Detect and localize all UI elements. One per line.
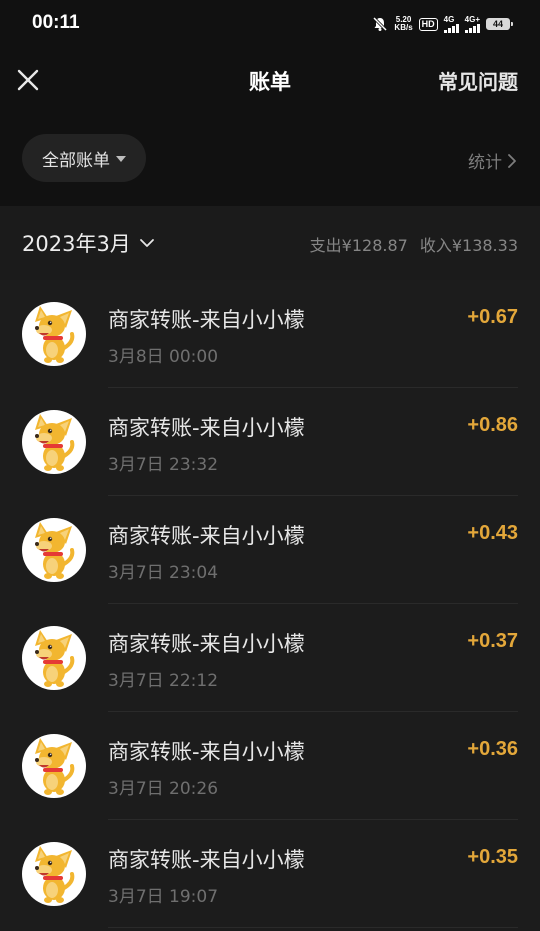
month-picker[interactable]: 2023年3月 bbox=[22, 228, 155, 258]
transaction-time: 3月7日 20:26 bbox=[108, 779, 219, 799]
dog-avatar-icon bbox=[22, 302, 86, 366]
transaction-amount: +0.37 bbox=[467, 630, 518, 652]
chevron-down-icon bbox=[139, 239, 154, 247]
chevron-right-icon bbox=[508, 153, 516, 168]
signal-1-label: 4G bbox=[443, 14, 455, 24]
transaction-title: 商家转账-来自小小檬 bbox=[108, 740, 305, 764]
filter-row: 全部账单 统计 bbox=[0, 114, 540, 206]
signal-2-label: 4G+ bbox=[464, 14, 480, 24]
status-icons: 5.20 KB/s HD 4G 4G+ 44 bbox=[372, 14, 513, 34]
battery-icon: 44 bbox=[486, 18, 513, 30]
bell-muted-icon bbox=[373, 16, 388, 32]
signal-bars-icon bbox=[464, 23, 480, 33]
transaction-amount: +0.67 bbox=[467, 306, 518, 328]
signal-1: 4G bbox=[443, 14, 459, 33]
transaction-amount: +0.43 bbox=[467, 522, 518, 544]
transaction-row[interactable]: 商家转账-来自小小檬 3月8日 00:00 +0.67 bbox=[0, 280, 540, 388]
dog-avatar-icon bbox=[22, 410, 86, 474]
signal-2: 4G+ bbox=[464, 14, 480, 33]
transaction-title: 商家转账-来自小小檬 bbox=[108, 632, 305, 656]
month-label: 2023年3月 bbox=[22, 232, 131, 256]
transaction-amount: +0.36 bbox=[467, 738, 518, 760]
status-bar: 00:11 5.20 KB/s HD 4G 4G+ 44 bbox=[0, 0, 540, 50]
transaction-title: 商家转账-来自小小檬 bbox=[108, 308, 305, 332]
faq-link[interactable]: 常见问题 bbox=[438, 66, 518, 95]
status-time: 00:11 bbox=[32, 12, 80, 33]
transaction-row[interactable]: 商家转账-来自小小檬 3月7日 20:26 +0.36 bbox=[0, 712, 540, 820]
stats-label: 统计 bbox=[468, 153, 502, 173]
dog-avatar-icon bbox=[22, 734, 86, 798]
transaction-amount: +0.35 bbox=[467, 846, 518, 868]
transaction-title: 商家转账-来自小小檬 bbox=[108, 416, 305, 440]
bill-filter-label: 全部账单 bbox=[42, 150, 110, 171]
app-header: 账单 常见问题 bbox=[0, 50, 540, 114]
transaction-title: 商家转账-来自小小檬 bbox=[108, 524, 305, 548]
transaction-amount: +0.86 bbox=[467, 414, 518, 436]
transaction-row[interactable]: 商家转账-来自小小檬 3月7日 23:32 +0.86 bbox=[0, 388, 540, 496]
transaction-time: 3月7日 19:07 bbox=[108, 887, 219, 907]
transaction-time: 3月8日 00:00 bbox=[108, 347, 219, 367]
transaction-row[interactable]: 商家转账-来自小小檬 3月7日 23:04 +0.43 bbox=[0, 496, 540, 604]
signal-bars-icon bbox=[443, 23, 459, 33]
dog-avatar-icon bbox=[22, 626, 86, 690]
transaction-time: 3月7日 23:04 bbox=[108, 563, 219, 583]
dog-avatar-icon bbox=[22, 518, 86, 582]
transaction-time: 3月7日 22:12 bbox=[108, 671, 219, 691]
expense-total: 支出¥128.87 bbox=[309, 236, 408, 255]
transaction-list: 商家转账-来自小小檬 3月8日 00:00 +0.67 商家转账-来自小小檬 3… bbox=[0, 280, 540, 931]
net-speed: 5.20 KB/s bbox=[394, 16, 412, 32]
stats-link[interactable]: 统计 bbox=[468, 148, 518, 173]
caret-down-icon bbox=[116, 156, 126, 162]
month-summary: 支出¥128.87 收入¥138.33 bbox=[310, 232, 518, 256]
month-bar: 2023年3月 支出¥128.87 收入¥138.33 bbox=[0, 206, 540, 280]
transaction-row[interactable]: 商家转账-来自小小檬 3月7日 22:12 +0.37 bbox=[0, 604, 540, 712]
income-total: 收入¥138.33 bbox=[419, 236, 518, 255]
hd-badge: HD bbox=[418, 17, 438, 31]
bill-filter-dropdown[interactable]: 全部账单 bbox=[22, 134, 146, 182]
transaction-title: 商家转账-来自小小檬 bbox=[108, 848, 305, 872]
net-speed-unit: KB/s bbox=[394, 23, 413, 32]
transaction-time: 3月7日 23:32 bbox=[108, 455, 219, 475]
transaction-row[interactable]: 商家转账-来自小小檬 3月7日 19:07 +0.35 bbox=[0, 820, 540, 928]
dog-avatar-icon bbox=[22, 842, 86, 906]
